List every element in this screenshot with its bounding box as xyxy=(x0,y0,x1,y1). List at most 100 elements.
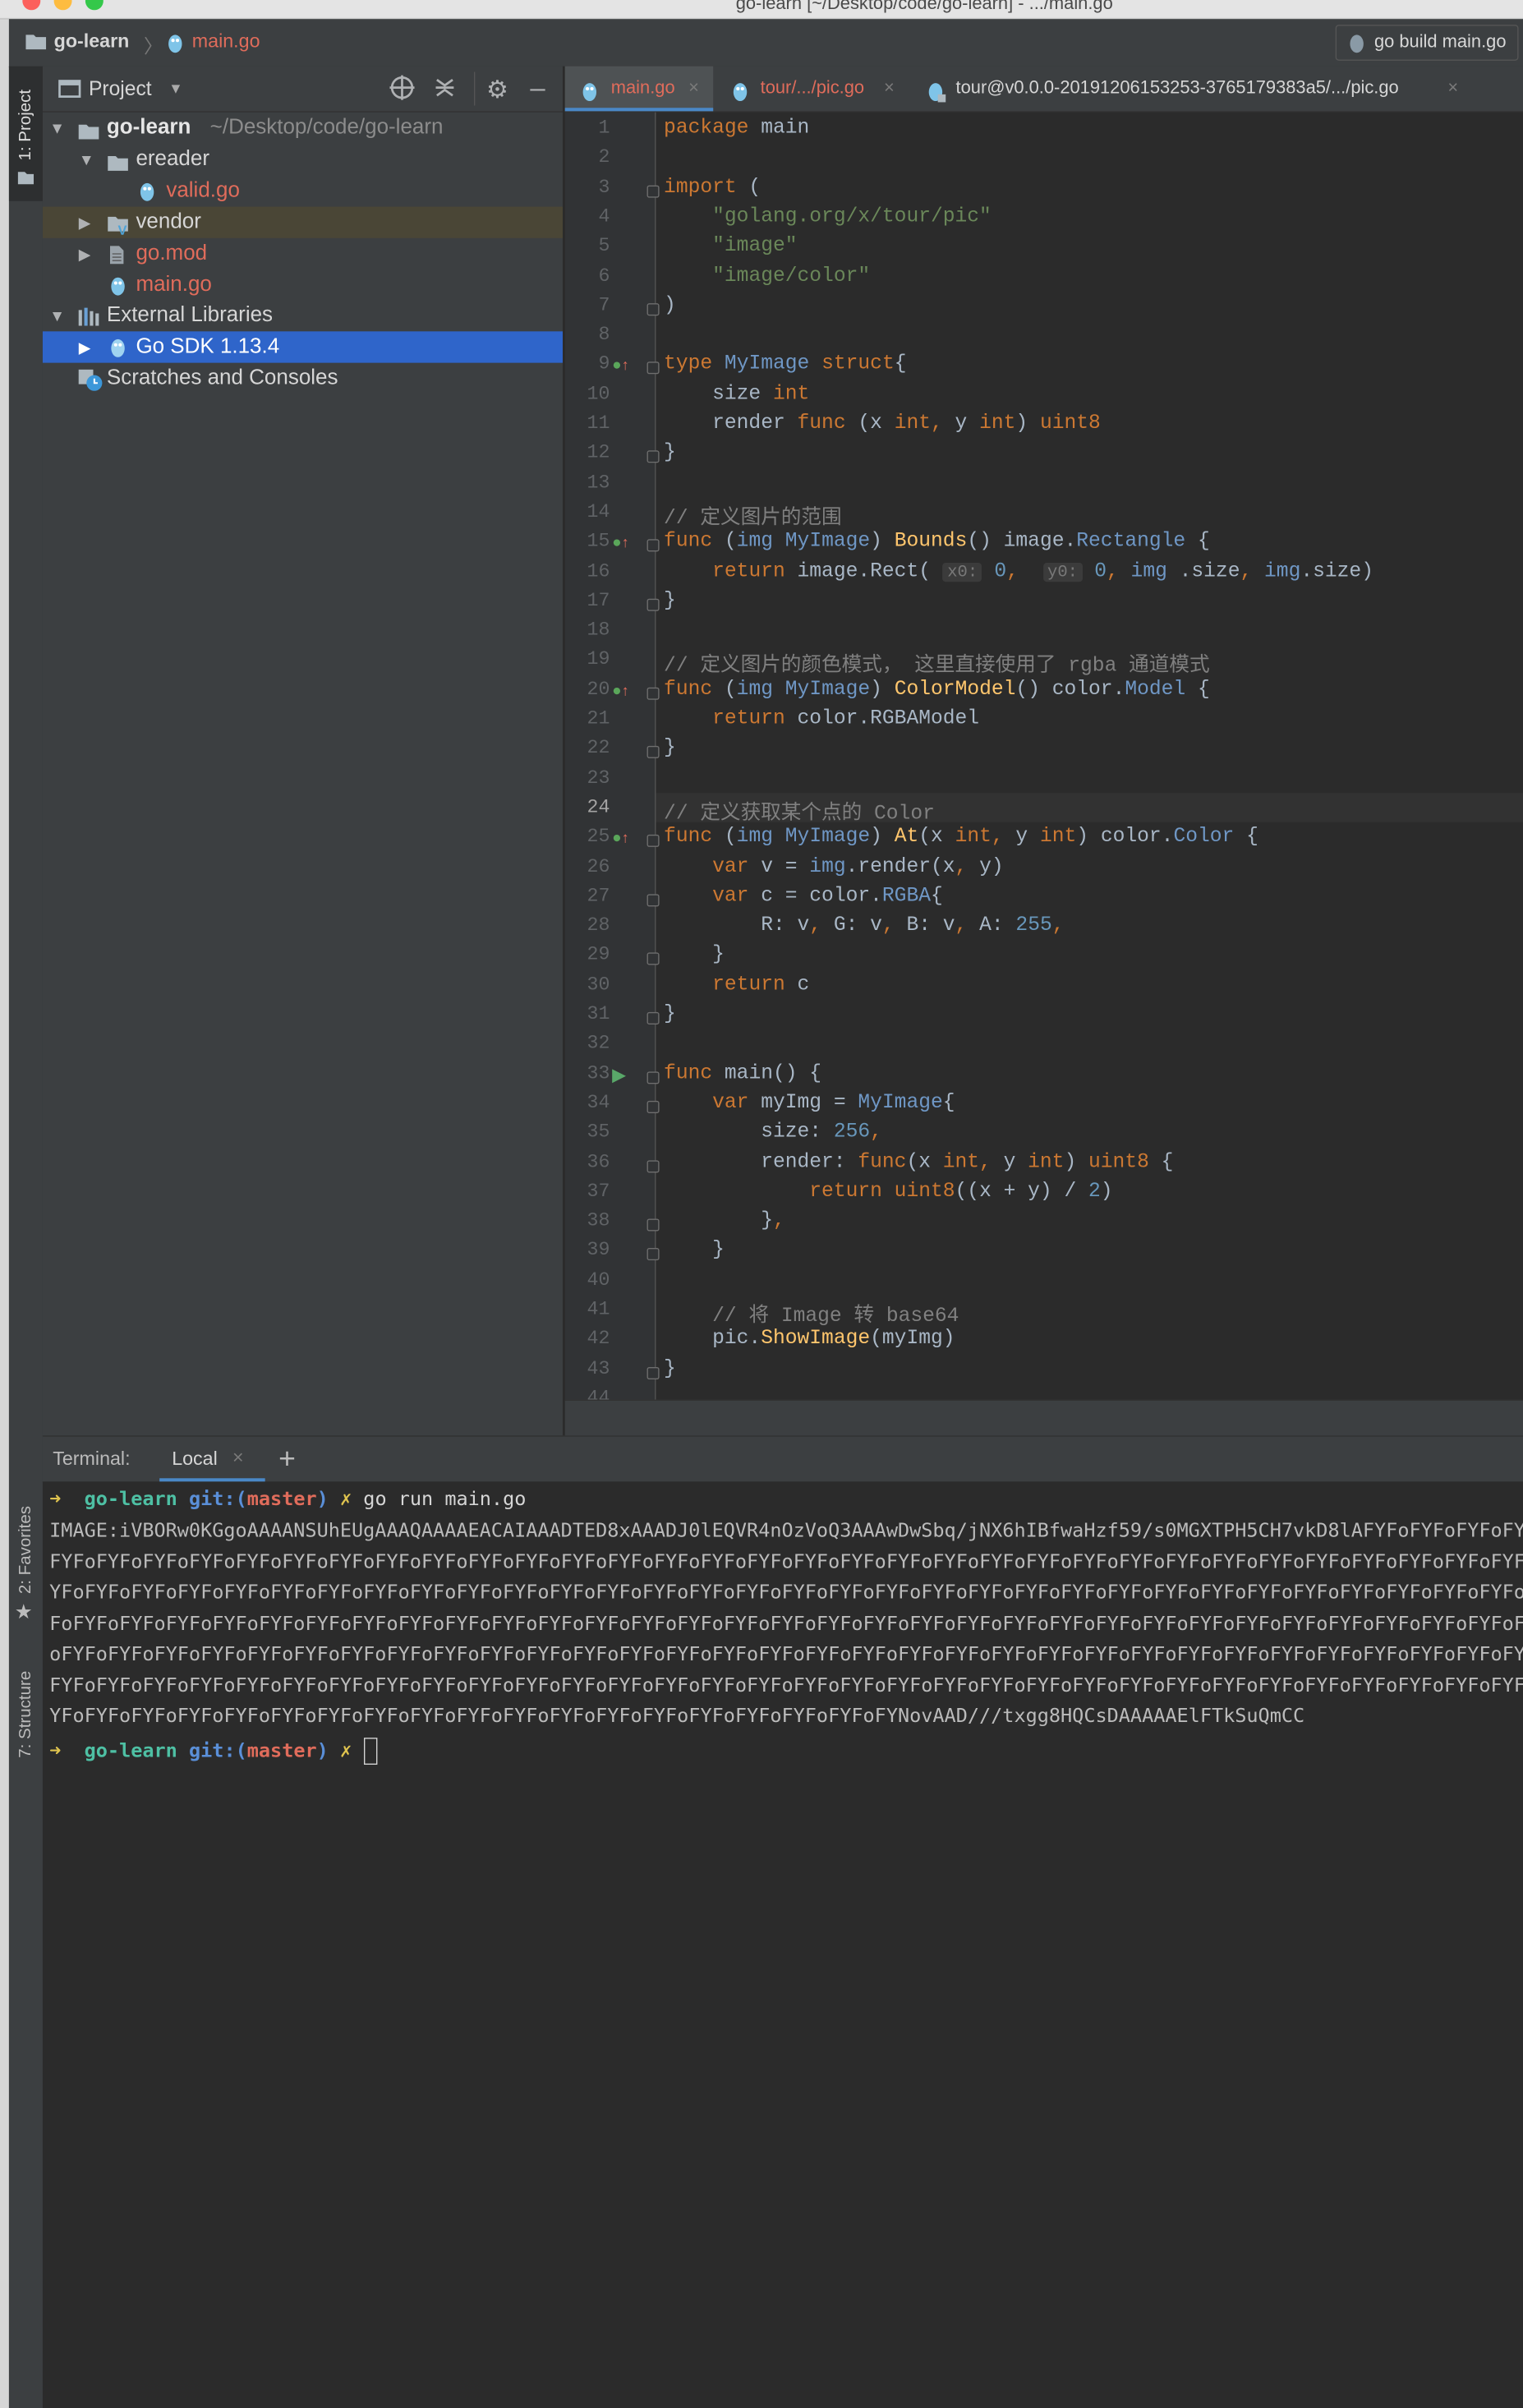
tab-tour-pic-go[interactable]: tour/.../pic.go × xyxy=(715,67,909,112)
run-configuration-selector[interactable]: go build main.go xyxy=(1335,25,1519,61)
tree-item-main-go[interactable]: main.go xyxy=(43,269,563,301)
collapsed-arrow-icon[interactable]: ▶ xyxy=(79,207,91,238)
close-tab-icon[interactable]: × xyxy=(884,67,895,112)
line-number: 8 xyxy=(598,325,610,347)
new-terminal-icon[interactable]: + xyxy=(278,1441,296,1476)
chevron-down-icon[interactable]: ▼ xyxy=(168,80,183,97)
fold-marker-icon[interactable] xyxy=(646,687,660,700)
favorites-tool-tab[interactable]: 2: Favorites ★ xyxy=(9,1481,43,1628)
code-line: } xyxy=(664,441,676,465)
fold-marker-icon[interactable] xyxy=(646,746,660,759)
implements-interface-icon[interactable]: ●↑ xyxy=(612,356,628,374)
code-line: func (img MyImage) ColorModel() color.Mo… xyxy=(664,678,1210,701)
fold-marker-icon[interactable] xyxy=(646,1100,660,1113)
close-tab-icon[interactable]: × xyxy=(688,67,699,112)
tab-main-go[interactable]: main.go × xyxy=(564,66,714,112)
editor-horizontal-scrollbar[interactable] xyxy=(564,1399,1523,1437)
terminal-output-line: YFoFYFoFYFoFYFoFYFoFYFoFYFoFYFoFYFoFYFoF… xyxy=(49,1705,1305,1728)
breadcrumb-file[interactable]: main.go xyxy=(192,30,260,53)
breadcrumb-separator: 〉 xyxy=(144,35,163,58)
collapsed-arrow-icon[interactable]: ▶ xyxy=(79,331,91,362)
fold-marker-icon[interactable] xyxy=(646,185,660,198)
prompt-directory: go-learn xyxy=(84,1739,177,1763)
terminal-output[interactable]: ➜ go-learn git:(master) ✗ go run main.go… xyxy=(42,1481,1523,2408)
line-number: 32 xyxy=(587,1034,610,1056)
expanded-arrow-icon[interactable]: ▼ xyxy=(49,300,65,331)
fold-marker-icon[interactable] xyxy=(646,598,660,611)
fold-marker-icon[interactable] xyxy=(646,1366,660,1379)
line-number: 28 xyxy=(587,915,610,937)
run-icon[interactable]: ▶ xyxy=(612,1063,626,1085)
tab-tour-module-pic-go[interactable]: tour@v0.0.0-20191206153253-3765179383a5/… xyxy=(911,67,1484,112)
fold-marker-icon[interactable] xyxy=(646,894,660,907)
code-line: "image/color" xyxy=(712,264,871,288)
tree-item-ereader[interactable]: ▼ ereader xyxy=(43,144,563,175)
fold-marker-icon[interactable] xyxy=(646,1248,660,1261)
line-number: 27 xyxy=(587,886,610,908)
fold-marker-icon[interactable] xyxy=(646,302,660,315)
line-number: 43 xyxy=(587,1358,610,1380)
favorites-tool-tab-label: 2: Favorites xyxy=(16,1505,35,1595)
close-tab-icon[interactable]: × xyxy=(1447,67,1458,112)
tree-item-go-sdk[interactable]: ▶ Go SDK 1.13.4 xyxy=(42,331,563,363)
tree-item-scratches[interactable]: Scratches and Consoles xyxy=(43,363,563,394)
fold-marker-icon[interactable] xyxy=(646,1070,660,1084)
tree-item-go-mod[interactable]: ▶ go.mod xyxy=(43,238,563,269)
tree-item-label: main.go xyxy=(136,273,212,297)
expanded-arrow-icon[interactable]: ▼ xyxy=(49,113,65,144)
tree-item-valid-go[interactable]: valid.go xyxy=(43,175,563,206)
project-tool-tab[interactable]: 1: Project xyxy=(8,66,43,201)
fold-marker-icon[interactable] xyxy=(646,1011,660,1024)
tree-item-label: go.mod xyxy=(136,241,208,265)
code-line: } xyxy=(664,1357,676,1380)
gopher-file-icon xyxy=(166,30,184,61)
terminal-output-line: FYFoFYFoFYFoFYFoFYFoFYFoFYFoFYFoFYFoFYFo… xyxy=(49,1674,1523,1697)
fold-marker-icon[interactable] xyxy=(646,450,660,463)
code-line: var myImg = MyImage{ xyxy=(712,1091,955,1115)
hide-panel-icon[interactable]: – xyxy=(530,73,545,104)
gear-icon[interactable]: ⚙ xyxy=(486,76,508,105)
code-line: // 将 Image 转 base64 xyxy=(712,1305,959,1328)
prompt-git-close: ) xyxy=(316,1488,329,1511)
expanded-arrow-icon[interactable]: ▼ xyxy=(79,144,94,175)
line-number: 15 xyxy=(587,531,610,553)
terminal-title: Terminal: xyxy=(53,1448,131,1470)
prompt-git-label: git:( xyxy=(188,1488,247,1511)
code-line: render func (x int, y int) uint8 xyxy=(664,412,1101,435)
fold-marker-icon[interactable] xyxy=(646,361,660,375)
line-number: 2 xyxy=(598,147,610,169)
line-number: 21 xyxy=(587,708,610,730)
fold-marker-icon[interactable] xyxy=(646,539,660,552)
project-folder-icon xyxy=(17,169,35,191)
scratches-icon xyxy=(77,368,104,403)
line-number: 44 xyxy=(587,1388,610,1400)
terminal-output-line: oFYFoFYFoFYFoFYFoFYFoFYFoFYFoFYFoFYFoFYF… xyxy=(49,1643,1523,1666)
close-tab-icon[interactable]: × xyxy=(232,1447,244,1469)
code-line: package main xyxy=(664,117,810,140)
code-line: render: func(x int, y int) uint8 { xyxy=(664,1150,1174,1174)
editor-tab-bar: main.go × tour/.../pic.go × tour@v0.0.0-… xyxy=(564,66,1523,113)
implements-interface-icon[interactable]: ●↑ xyxy=(612,532,628,550)
project-view-selector[interactable]: Project xyxy=(89,77,152,101)
structure-tool-tab[interactable]: 7: Structure xyxy=(9,1651,43,1785)
line-number: 41 xyxy=(587,1299,610,1321)
collapsed-arrow-icon[interactable]: ▶ xyxy=(79,238,91,269)
breadcrumb-project[interactable]: go-learn xyxy=(54,30,130,53)
tree-item-go-learn[interactable]: ▼ go-learn ~/Desktop/code/go-learn xyxy=(43,113,563,144)
implements-interface-icon[interactable]: ●↑ xyxy=(612,680,628,698)
fold-marker-icon[interactable] xyxy=(646,835,660,848)
tree-item-vendor[interactable]: ▶ V vendor xyxy=(42,206,563,238)
fold-marker-icon[interactable] xyxy=(646,1218,660,1232)
code-line: // 定义获取某个点的 Color xyxy=(664,803,935,826)
tree-item-external-libraries[interactable]: ▼ External Libraries xyxy=(43,300,563,331)
implements-interface-icon[interactable]: ●↑ xyxy=(612,828,628,846)
fold-marker-icon[interactable] xyxy=(646,952,660,966)
fold-marker-icon[interactable] xyxy=(646,1159,660,1172)
collapse-all-icon[interactable] xyxy=(434,76,456,104)
terminal-cursor xyxy=(363,1738,377,1765)
line-number: 40 xyxy=(587,1269,610,1291)
locate-file-icon[interactable] xyxy=(389,74,416,107)
window-title: go-learn [~/Desktop/code/go-learn] - ...… xyxy=(735,0,1113,14)
tab-local-terminal[interactable]: Local × xyxy=(159,1437,265,1482)
code-line: "image" xyxy=(712,235,798,258)
